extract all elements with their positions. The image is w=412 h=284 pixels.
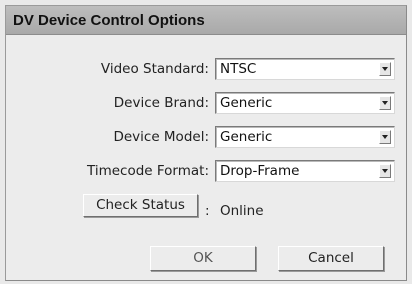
device-model-select[interactable]: Generic	[215, 126, 395, 148]
video-standard-label: Video Standard:	[100, 61, 209, 77]
device-model-label: Device Model:	[113, 129, 209, 145]
title-bar[interactable]: DV Device Control Options	[6, 6, 406, 35]
video-standard-select[interactable]: NTSC	[215, 58, 395, 80]
ok-button[interactable]: OK	[150, 246, 256, 271]
chevron-down-icon	[382, 169, 388, 173]
device-model-dropdown-button[interactable]	[379, 130, 391, 144]
status-text: Online	[220, 203, 264, 219]
timecode-format-dropdown-button[interactable]	[379, 164, 391, 178]
cancel-label: Cancel	[308, 250, 354, 266]
timecode-format-value: Drop-Frame	[220, 163, 300, 179]
device-model-value: Generic	[220, 129, 273, 145]
device-brand-value: Generic	[220, 95, 273, 111]
check-status-button[interactable]: Check Status	[83, 194, 198, 217]
chevron-down-icon	[382, 135, 388, 139]
device-brand-select[interactable]: Generic	[215, 92, 395, 114]
device-brand-dropdown-button[interactable]	[379, 96, 391, 110]
chevron-down-icon	[382, 101, 388, 105]
check-status-label: Check Status	[96, 197, 185, 213]
video-standard-dropdown-button[interactable]	[379, 62, 391, 76]
ok-label: OK	[193, 250, 213, 266]
device-brand-label: Device Brand:	[113, 95, 209, 111]
timecode-format-label: Timecode Format:	[86, 163, 209, 179]
chevron-down-icon	[382, 67, 388, 71]
video-standard-value: NTSC	[220, 61, 257, 77]
status-separator: :	[205, 203, 210, 219]
timecode-format-select[interactable]: Drop-Frame	[215, 160, 395, 182]
cancel-button[interactable]: Cancel	[278, 246, 384, 271]
dialog-title: DV Device Control Options	[13, 12, 205, 29]
dv-device-control-dialog: DV Device Control Options Video Standard…	[5, 5, 407, 281]
